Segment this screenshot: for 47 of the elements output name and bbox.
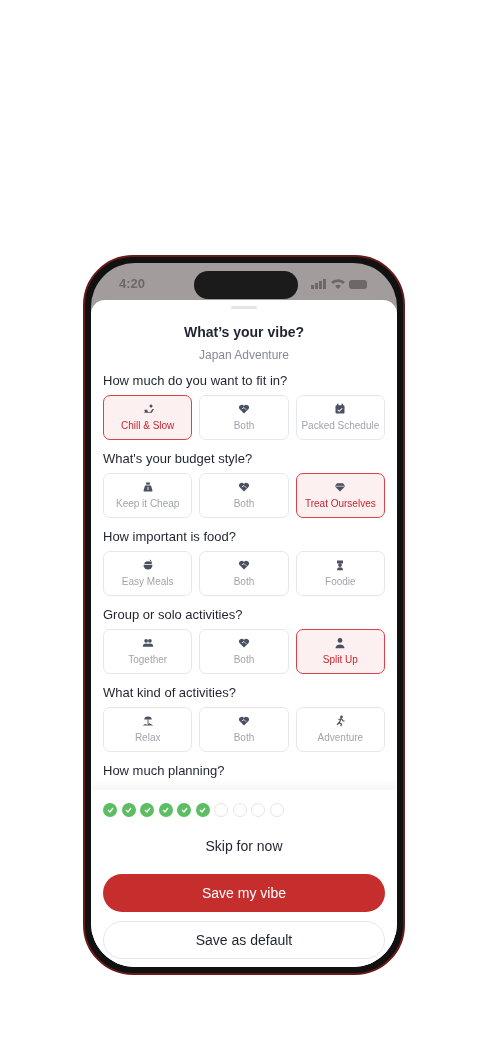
option-button[interactable]: Easy Meals — [103, 551, 193, 596]
option-button[interactable]: Keep it Cheap — [103, 473, 193, 518]
option-button[interactable]: Relax — [103, 707, 193, 752]
handshake-heart-icon — [238, 714, 250, 727]
handshake-heart-icon — [238, 480, 250, 493]
check-icon — [125, 807, 132, 813]
person-icon — [334, 636, 347, 649]
diamond-icon — [334, 480, 347, 493]
check-icon — [106, 807, 114, 813]
option-button[interactable]: Adventure — [295, 707, 385, 752]
option-button[interactable]: Together — [103, 629, 193, 674]
save-button[interactable]: Save my vibe — [103, 874, 385, 912]
check-icon — [199, 807, 206, 813]
question-label: What's your budget style? — [103, 451, 254, 467]
save-default-button[interactable]: Save as default — [103, 921, 385, 959]
runner-icon — [334, 714, 347, 727]
option-button[interactable]: Both — [199, 395, 289, 440]
calendar-check-icon — [334, 402, 347, 415]
option-button[interactable]: Split Up — [295, 629, 385, 674]
money-bag-icon — [141, 480, 154, 493]
question-label: Group or solo activities? — [103, 607, 244, 623]
check-icon — [143, 807, 151, 813]
option-button[interactable]: Both — [199, 551, 289, 596]
handshake-heart-icon — [238, 636, 250, 649]
option-button[interactable]: Packed Schedule — [295, 395, 385, 440]
group-icon — [141, 636, 154, 649]
takeout-food-icon — [141, 558, 154, 571]
option-button[interactable]: Chill & Slow — [103, 395, 193, 440]
option-button[interactable]: Both — [199, 473, 289, 518]
lounge-chair-icon — [141, 402, 154, 415]
option-button[interactable]: Both — [199, 629, 289, 674]
check-icon — [162, 807, 169, 813]
sheet-title: What’s your vibe? — [182, 323, 306, 342]
skip-link[interactable]: Skip for now — [205, 836, 283, 857]
handshake-heart-icon — [238, 558, 250, 571]
sheet-subtitle: Japan Adventure — [197, 347, 291, 364]
option-button[interactable]: Both — [199, 707, 289, 752]
option-button[interactable]: Foodie — [295, 551, 385, 596]
question-label: How much do you want to fit in? — [103, 373, 289, 389]
question-label: What kind of activities? — [103, 685, 237, 701]
status-icons — [311, 277, 369, 290]
check-icon — [180, 807, 188, 813]
handshake-heart-icon — [238, 402, 250, 415]
option-button[interactable]: Treat Ourselves — [295, 473, 385, 518]
question-label: How important is food? — [103, 529, 237, 545]
beach-umbrella-icon — [141, 714, 154, 727]
question-label: How much planning? — [103, 763, 226, 779]
